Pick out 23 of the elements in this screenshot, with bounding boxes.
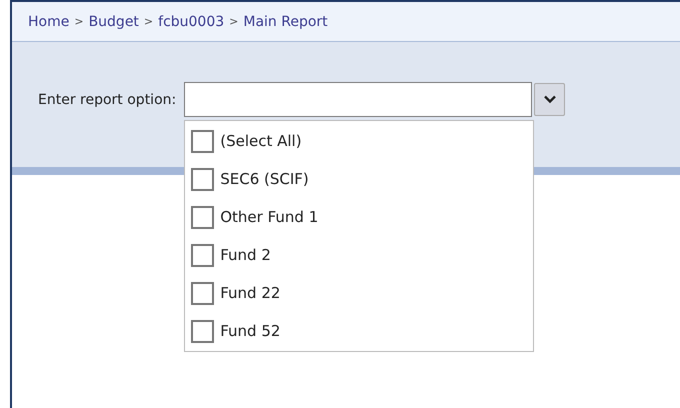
- checkbox[interactable]: [191, 282, 214, 304]
- field-label: Enter report option:: [38, 92, 176, 108]
- option-label[interactable]: Other Fund 1: [220, 208, 318, 226]
- breadcrumb-separator: >: [144, 15, 154, 28]
- option-label[interactable]: Fund 52: [220, 322, 280, 340]
- breadcrumb-link[interactable]: Main Report: [243, 14, 328, 30]
- checkbox[interactable]: [191, 206, 214, 228]
- option-label[interactable]: Fund 2: [220, 246, 271, 264]
- breadcrumb-separator: >: [74, 15, 84, 28]
- breadcrumb-link[interactable]: fcbu0003: [158, 14, 224, 30]
- breadcrumb-link[interactable]: Budget: [88, 14, 139, 30]
- checkbox[interactable]: [191, 168, 214, 190]
- option-label[interactable]: Fund 22: [220, 284, 280, 302]
- breadcrumb-separator: >: [229, 15, 238, 28]
- option-label[interactable]: SEC6 (SCIF): [220, 170, 309, 188]
- chevron-down-icon: [544, 95, 556, 104]
- dropdown-button[interactable]: [534, 83, 566, 116]
- report-option-field[interactable]: [184, 82, 532, 117]
- checkbox[interactable]: [191, 244, 214, 266]
- checkbox[interactable]: [191, 130, 214, 152]
- breadcrumb-link[interactable]: Home: [28, 14, 70, 30]
- option-label[interactable]: (Select All): [220, 132, 302, 150]
- checkbox[interactable]: [191, 320, 214, 342]
